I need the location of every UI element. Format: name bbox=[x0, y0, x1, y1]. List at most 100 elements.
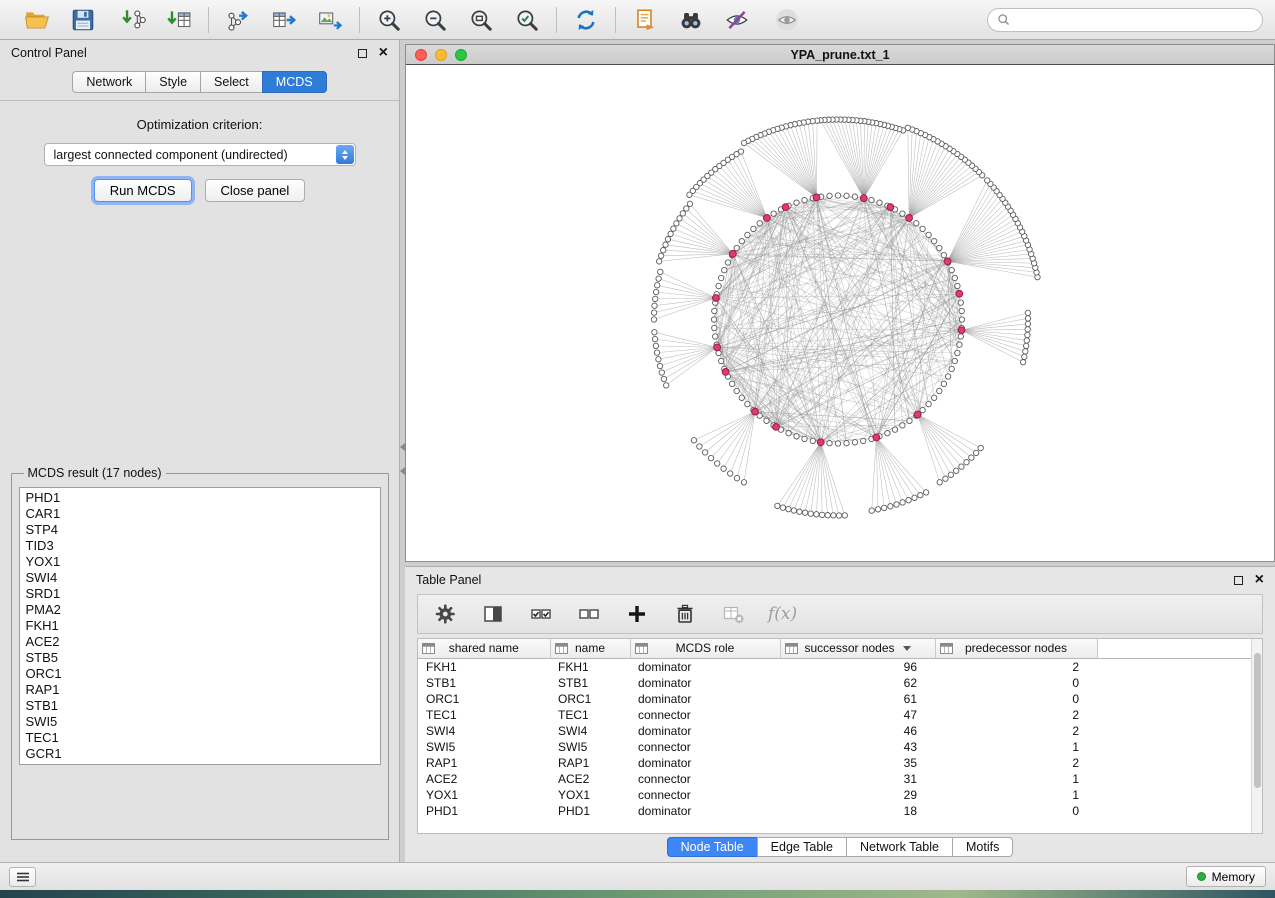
network-node[interactable] bbox=[882, 505, 887, 510]
network-hub-node[interactable] bbox=[958, 327, 965, 334]
network-node[interactable] bbox=[842, 513, 847, 518]
tab-network-table[interactable]: Network Table bbox=[846, 837, 952, 857]
network-node[interactable] bbox=[1025, 316, 1030, 321]
network-node[interactable] bbox=[745, 232, 750, 237]
network-node[interactable] bbox=[687, 201, 692, 206]
network-node[interactable] bbox=[802, 436, 807, 441]
network-node[interactable] bbox=[677, 216, 682, 221]
zoom-selected-button[interactable] bbox=[512, 5, 542, 35]
network-hub-node[interactable] bbox=[752, 408, 759, 415]
network-node[interactable] bbox=[937, 245, 942, 250]
table-row[interactable]: ACE2ACE2connector311 bbox=[418, 771, 1251, 787]
table-settings-button[interactable] bbox=[432, 601, 458, 627]
network-node[interactable] bbox=[1025, 310, 1030, 315]
network-node[interactable] bbox=[658, 253, 663, 258]
network-node[interactable] bbox=[905, 125, 910, 130]
network-node[interactable] bbox=[786, 431, 791, 436]
network-hub-node[interactable] bbox=[817, 439, 824, 446]
show-columns-button[interactable] bbox=[480, 601, 506, 627]
network-node[interactable] bbox=[684, 206, 689, 211]
network-node[interactable] bbox=[751, 226, 756, 231]
close-panel-button[interactable]: Close panel bbox=[205, 179, 306, 202]
network-node[interactable] bbox=[943, 476, 948, 481]
maximize-window-button[interactable] bbox=[455, 49, 467, 61]
network-node[interactable] bbox=[835, 441, 840, 446]
import-table-button[interactable] bbox=[164, 5, 194, 35]
run-mcds-button[interactable]: Run MCDS bbox=[94, 179, 192, 202]
table-scrollbar-thumb[interactable] bbox=[1254, 653, 1261, 788]
network-node[interactable] bbox=[932, 239, 937, 244]
network-node[interactable] bbox=[658, 269, 663, 274]
close-panel-icon[interactable]: × bbox=[379, 45, 388, 61]
mcds-result-item[interactable]: STB5 bbox=[20, 650, 380, 666]
network-node[interactable] bbox=[885, 431, 890, 436]
open-file-button[interactable] bbox=[22, 5, 52, 35]
network-node[interactable] bbox=[964, 460, 969, 465]
network-node[interactable] bbox=[665, 237, 670, 242]
export-table-button[interactable] bbox=[269, 5, 299, 35]
network-node[interactable] bbox=[875, 507, 880, 512]
network-node[interactable] bbox=[711, 317, 716, 322]
network-hub-node[interactable] bbox=[764, 215, 771, 222]
network-node[interactable] bbox=[949, 366, 954, 371]
network-node[interactable] bbox=[741, 480, 746, 485]
network-node[interactable] bbox=[757, 221, 762, 226]
network-node[interactable] bbox=[691, 438, 696, 443]
network-node[interactable] bbox=[985, 178, 990, 183]
network-node[interactable] bbox=[852, 194, 857, 199]
select-all-button[interactable] bbox=[528, 601, 554, 627]
network-node[interactable] bbox=[978, 445, 983, 450]
network-node[interactable] bbox=[1024, 343, 1029, 348]
network-node[interactable] bbox=[835, 193, 840, 198]
network-node[interactable] bbox=[1025, 332, 1030, 337]
network-node[interactable] bbox=[786, 506, 791, 511]
network-node[interactable] bbox=[1020, 360, 1025, 365]
mcds-result-item[interactable]: SWI5 bbox=[20, 714, 380, 730]
mcds-result-item[interactable]: FKH1 bbox=[20, 618, 380, 634]
network-node[interactable] bbox=[920, 407, 925, 412]
network-hub-node[interactable] bbox=[956, 290, 963, 297]
mcds-result-item[interactable]: YOX1 bbox=[20, 554, 380, 570]
network-node[interactable] bbox=[651, 317, 656, 322]
table-row[interactable]: STB1STB1dominator620 bbox=[418, 675, 1251, 691]
network-node[interactable] bbox=[959, 317, 964, 322]
network-node[interactable] bbox=[969, 455, 974, 460]
network-node[interactable] bbox=[952, 358, 957, 363]
network-node[interactable] bbox=[906, 498, 911, 503]
column-header-shared-name[interactable]: shared name bbox=[418, 639, 550, 658]
mcds-result-item[interactable]: TID3 bbox=[20, 538, 380, 554]
network-node[interactable] bbox=[663, 242, 668, 247]
network-node[interactable] bbox=[941, 381, 946, 386]
network-node[interactable] bbox=[652, 330, 657, 335]
network-node[interactable] bbox=[671, 226, 676, 231]
import-network-button[interactable] bbox=[118, 5, 148, 35]
network-node[interactable] bbox=[734, 475, 739, 480]
network-node[interactable] bbox=[926, 232, 931, 237]
network-node[interactable] bbox=[888, 504, 893, 509]
mcds-result-list[interactable]: PHD1CAR1STP4TID3YOX1SWI4SRD1PMA2FKH1ACE2… bbox=[19, 487, 381, 765]
network-node[interactable] bbox=[945, 374, 950, 379]
network-node[interactable] bbox=[932, 395, 937, 400]
network-hub-node[interactable] bbox=[944, 258, 951, 265]
add-column-button[interactable] bbox=[624, 601, 650, 627]
network-node[interactable] bbox=[741, 140, 746, 145]
network-node[interactable] bbox=[653, 343, 658, 348]
network-node[interactable] bbox=[661, 376, 666, 381]
table-row[interactable]: RAP1RAP1dominator352 bbox=[418, 755, 1251, 771]
collapse-arrow-icon[interactable] bbox=[400, 443, 405, 451]
zoom-out-button[interactable] bbox=[420, 5, 450, 35]
table-row[interactable]: TEC1TEC1connector472 bbox=[418, 707, 1251, 723]
mcds-result-item[interactable]: PMA2 bbox=[20, 602, 380, 618]
network-node[interactable] bbox=[877, 200, 882, 205]
float-panel-icon[interactable] bbox=[1234, 576, 1243, 585]
mcds-result-item[interactable]: TEC1 bbox=[20, 730, 380, 746]
mcds-result-item[interactable]: ACE2 bbox=[20, 634, 380, 650]
network-node[interactable] bbox=[861, 438, 866, 443]
network-node[interactable] bbox=[745, 401, 750, 406]
mcds-result-item[interactable]: STP4 bbox=[20, 522, 380, 538]
show-all-button[interactable] bbox=[772, 5, 802, 35]
network-node[interactable] bbox=[952, 275, 957, 280]
unselect-all-button[interactable] bbox=[576, 601, 602, 627]
network-hub-node[interactable] bbox=[714, 344, 721, 351]
zoom-in-button[interactable] bbox=[374, 5, 404, 35]
